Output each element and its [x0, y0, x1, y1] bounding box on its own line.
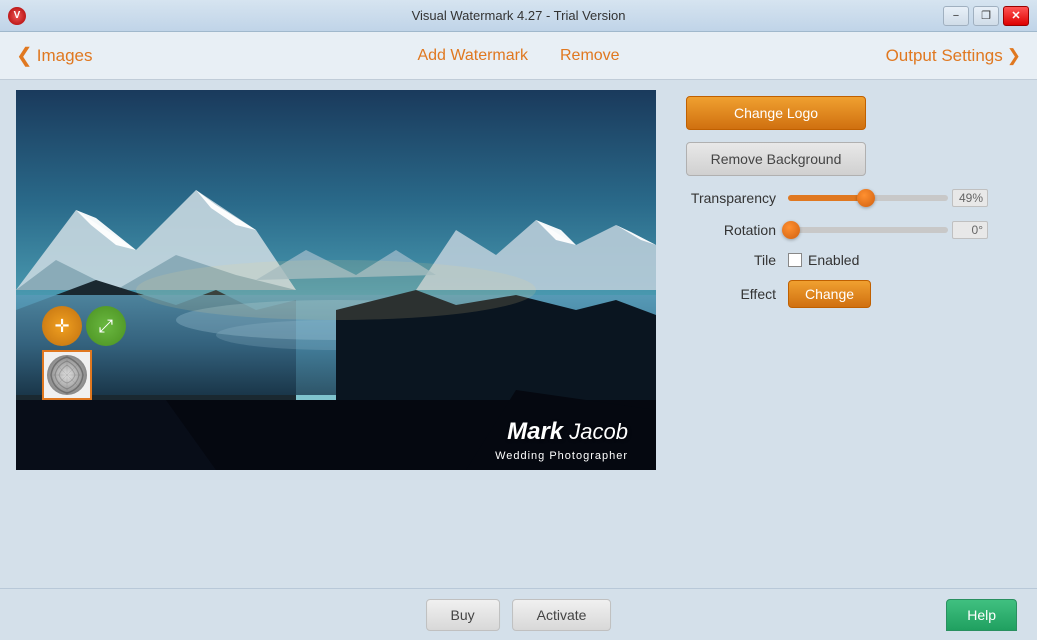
nav-remove[interactable]: Remove [560, 47, 620, 65]
landscape-image [16, 90, 656, 470]
nav-right-label: Output Settings [886, 46, 1003, 66]
minimize-button[interactable]: − [943, 6, 969, 26]
rotation-thumb[interactable] [782, 221, 800, 239]
transparency-fill [788, 195, 866, 201]
effect-label: Effect [686, 286, 776, 302]
tile-checkbox-container: Enabled [788, 252, 859, 268]
watermark-name: Mark Jacob [507, 418, 628, 446]
rotation-track [788, 227, 948, 233]
buy-button[interactable]: Buy [426, 599, 500, 631]
transparency-thumb[interactable] [857, 189, 875, 207]
rotation-slider[interactable]: 0° [788, 220, 1017, 240]
window-title: Visual Watermark 4.27 - Trial Version [412, 8, 626, 23]
tile-row: Tile Enabled [686, 252, 1017, 268]
tile-checkbox[interactable] [788, 253, 802, 267]
main-content: Mark Jacob Wedding Photographer ✛ ⤢ [0, 80, 1037, 588]
bottom-bar: Buy Activate Help [0, 588, 1037, 640]
transparency-slider[interactable]: 49% [788, 188, 1017, 208]
title-bar: V Visual Watermark 4.27 - Trial Version … [0, 0, 1037, 32]
transparency-track [788, 195, 948, 201]
close-button[interactable]: ✕ [1003, 6, 1029, 26]
forward-chevron-icon: ❯ [1007, 46, 1021, 66]
overlay-tools: ✛ ⤢ [42, 306, 126, 400]
logo-svg [45, 353, 89, 397]
nav-back[interactable]: ❮ Images [16, 43, 93, 68]
change-logo-button[interactable]: Change Logo [686, 96, 866, 130]
rotation-row: Rotation 0° [686, 220, 1017, 240]
rotation-label: Rotation [686, 222, 776, 238]
remove-background-button[interactable]: Remove Background [686, 142, 866, 176]
title-bar-controls: − ❐ ✕ [943, 6, 1029, 26]
image-area: Mark Jacob Wedding Photographer ✛ ⤢ [0, 80, 666, 588]
nav-add-watermark[interactable]: Add Watermark [417, 47, 528, 65]
effect-row: Effect Change [686, 280, 1017, 308]
nav-back-label: Images [37, 46, 93, 66]
app-icon: V [8, 7, 26, 25]
move-button[interactable]: ✛ [42, 306, 82, 346]
resize-icon: ⤢ [99, 316, 113, 337]
move-icon: ✛ [54, 316, 69, 337]
title-bar-left: V [8, 7, 26, 25]
watermark-firstname: Mark [507, 418, 563, 445]
back-chevron-icon: ❮ [16, 43, 33, 68]
image-container: Mark Jacob Wedding Photographer ✛ ⤢ [16, 90, 656, 470]
watermark-subtitle: Wedding Photographer [495, 450, 628, 462]
restore-button[interactable]: ❐ [973, 6, 999, 26]
nav-bar: ❮ Images Add Watermark Remove Output Set… [0, 32, 1037, 80]
tool-row: ✛ ⤢ [42, 306, 126, 346]
bottom-center-buttons: Buy Activate [426, 599, 612, 631]
transparency-label: Transparency [686, 190, 776, 206]
right-panel: Change Logo Remove Background Transparen… [666, 80, 1037, 588]
tile-label: Tile [686, 252, 776, 268]
nav-output-settings[interactable]: Output Settings ❯ [886, 46, 1021, 66]
resize-button[interactable]: ⤢ [86, 306, 126, 346]
nav-center: Add Watermark Remove [417, 47, 619, 65]
activate-button[interactable]: Activate [512, 599, 612, 631]
effect-change-button[interactable]: Change [788, 280, 871, 308]
logo-thumbnail[interactable] [42, 350, 92, 400]
transparency-value: 49% [952, 189, 988, 207]
watermark-lastname: Jacob [569, 419, 628, 444]
tile-checkbox-label: Enabled [808, 252, 859, 268]
help-button[interactable]: Help [946, 599, 1017, 631]
rotation-value: 0° [952, 221, 988, 239]
transparency-row: Transparency 49% [686, 188, 1017, 208]
